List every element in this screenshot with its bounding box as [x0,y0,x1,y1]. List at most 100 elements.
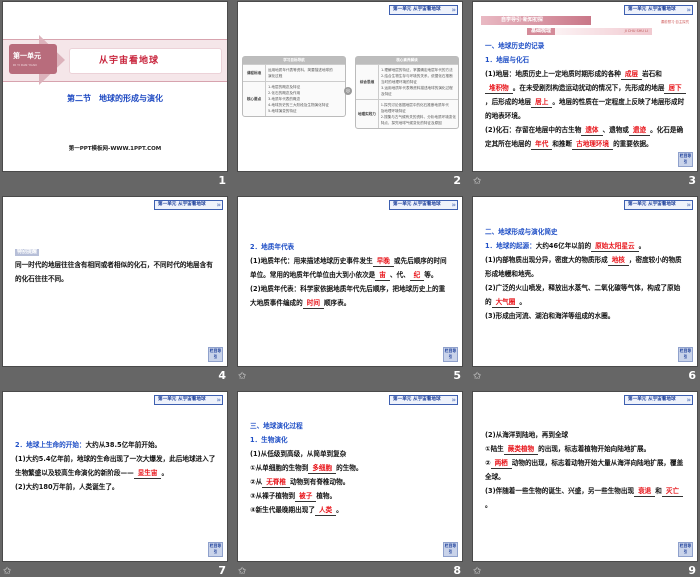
text-line: (1)地层：地质历史上一定地质时期形成的各种 成层 岩石和堆积物 。在未受剧烈构造运动… [485,67,686,123]
body-text: 植物。 [316,492,337,500]
slide-number: 7 [218,564,226,577]
text-line: 2．地球上生命的开始：大约从38.5亿年前开始。 [15,438,216,452]
row-item: 5.地球演变的特征 [268,109,297,113]
slide-thumbnail-4[interactable]: 第一单元 从宇宙看地球 特别提醒 同一时代的地层往往含有相同或者相似的化石，不同… [3,197,227,366]
slide-content: 2．地质年代表 (1)地质年代：用来描述地球历史事件发生 早晚 或先后顺序的时间单位。… [250,240,451,310]
nav-guide-button[interactable]: 栏目导引 [443,347,458,362]
text-line: (2)地质年代表：科学家依据地质年代先后顺序，把地球历史上的重大地质事件编成的时… [250,282,451,310]
fill-blank-answer: 两栖 [490,459,512,469]
slide-title: 从宇宙看地球 [99,56,160,66]
body-text: (1)地层：地质历史上一定地质时期形成的各种 [485,70,621,78]
text-line: ①陆生 蕨类植物 的出现，标志着植物开始向陆地扩展。 [485,442,686,456]
text-line: (3)形成由河流、湖泊和海洋等组成的水圈。 [485,309,686,323]
fill-blank-answer: 地核 [607,256,629,266]
body-text: (3)伴随着一些生物的诞生、兴盛，另一些生物出现 [485,487,635,495]
fill-blank-answer: 遗体 [581,126,603,136]
body-text: ，后形成的地层 [485,98,532,106]
body-text: 。在未受剧烈构造运动扰动的情况下，先形成的地层 [512,84,665,92]
text-line: ①从单细胞的生物到 多细胞 的生物。 [250,461,451,475]
nav-guide-button[interactable]: 栏目导引 [678,152,693,167]
fill-blank-answer: 灭亡 [661,487,684,497]
fill-blank-answer: 年代 [531,140,553,150]
slide-thumbnail-5[interactable]: 第一单元 从宇宙看地球 2．地质年代表 (1)地质年代：用来描述地球历史事件发生早… [238,197,462,366]
body-text: 动物的出现，标志着动物开始大量从海洋向陆地扩展，覆盖全球。 [485,459,684,481]
slide-thumbnail-8[interactable]: 第一单元 从宇宙看地球 三、地球演化过程 1．生物演化 (1)从低级到高级，从简单到… [238,392,462,561]
row-key: 课程标准 [243,65,266,81]
slide-number: 3 [688,174,696,187]
row-key: 地理实践力 [356,100,379,128]
slide-thumbnail-2[interactable]: 第一单元 从宇宙看地球 学习目标导航 课程标准 运用地质年代表等资料，简要描述地… [238,2,462,171]
slide-thumbnail-6[interactable]: 第一单元 从宇宙看地球 二、地球形成与演化简史 1．地球的起源：大约46亿年以前的… [473,197,697,366]
body-text: 等。 [424,271,438,279]
section-banner: 自学导引·新知初探 [481,16,591,25]
text-line: 同一时代的地层往往含有相同或者相似的化石，不同时代的地层含有的化石往往不同。 [15,258,216,286]
slide-content: 特别提醒 同一时代的地层往往含有相同或者相似的化石，不同时代的地层含有的化石往往… [15,244,216,286]
fill-blank-answer: 宙 [375,271,390,281]
unit-badge: 第一单元 从宇宙看地球 [624,200,693,210]
nav-guide-button[interactable]: 栏目导引 [208,542,223,557]
row-item: 3.运用地质年代表等资料描述地球的演化过程 [381,86,453,90]
sub-banner-label: 基础梳理 [527,28,556,35]
fill-blank-answer: 遗迹 [628,126,651,136]
unit-tag-label: 第一单元 [13,52,41,60]
slide-thumbnail-7[interactable]: 第一单元 从宇宙看地球 2．地球上生命的开始：大约从38.5亿年前开始。 (1)大… [3,392,227,561]
fill-blank-answer: 无脊椎 [262,478,290,488]
fill-blank-answer: 早晚 [372,257,394,267]
slide-content: 2．地球上生命的开始：大约从38.5亿年前开始。 (1)大约5.4亿年前，地球的生… [15,438,216,494]
text-line: ④新生代最晚期出现了 人类。 [250,503,451,517]
slide-thumbnail-3[interactable]: 第一单元 从宇宙看地球 自学导引·新知初探 课前预习·自主探究 基础梳理 JI … [473,2,697,171]
nav-guide-button[interactable]: 栏目导引 [678,542,693,557]
table-row: 课程标准 运用地质年代表等资料，简要描述地球的 演化过程 [243,64,345,81]
text-line: 1．生物演化 [250,433,451,447]
slide-content: 一、地球历史的记录 1．地层与化石 (1)地层：地质历史上一定地质时期形成的各种 成层… [485,39,686,151]
text-line: (1)地质年代：用来描述地球历史事件发生 早晚 或先后顺序的时间单位。常用的地质年代… [250,254,451,282]
row-item: 及特征 [381,92,392,96]
body-text: 。 [485,501,492,509]
body-text: (2)从海洋到陆地，再到全球 [485,431,569,439]
heading-text: 二、地球形成与演化简史 [485,228,558,236]
heading-text: 1．地球的起源： [485,242,536,250]
transition-star-icon[interactable]: ✩ [3,566,11,577]
text-line: (1)内部物质出现分异，密度大的物质形成 地核 ，密度较小的物质形成地幔和地壳。 [485,253,686,281]
text-line: ③从裸子植物到 被子 植物。 [250,489,451,503]
slide-thumbnail-9[interactable]: 第一单元 从宇宙看地球 (2)从海洋到陆地，再到全球 ①陆生蕨类植物的出现，标志着… [473,392,697,561]
text-line: 一、地球历史的记录 [485,39,686,53]
unit-badge: 第一单元 从宇宙看地球 [154,200,223,210]
nav-guide-button[interactable]: 栏目导引 [443,542,458,557]
body-text: 、代、 [389,271,410,279]
fill-blank-answer: 时间 [302,299,324,309]
unit-badge: 第一单元 从宇宙看地球 [389,200,458,210]
fill-blank-answer: 显生宙 [133,469,162,479]
table-caption: 学习目标导航 [243,57,345,64]
transition-star-icon[interactable]: ✩ [238,371,246,382]
transition-star-icon[interactable]: ✩ [473,566,481,577]
fill-blank-answer: 大气圈 [491,298,520,308]
body-text: 的生物。 [336,464,363,472]
body-text: (1)内部物质出现分异，密度大的物质形成 [485,256,608,264]
fill-blank-answer: 古地理环境 [572,140,614,150]
body-text: 岩石和 [642,70,662,78]
reminder-tag: 特别提醒 [15,249,40,256]
slide-number: 9 [688,564,696,577]
transition-star-icon[interactable]: ✩ [473,371,481,382]
transition-star-icon[interactable]: ✩ [473,176,481,187]
body-text: 和推断 [552,140,573,148]
body-text: (1)地质年代：用来描述地球历史事件发生 [250,257,373,265]
nav-guide-button[interactable]: 栏目导引 [208,347,223,362]
text-line: 2．地质年代表 [250,240,451,254]
core-literacy-table: 核心素养解读 综合思维 1.理解地层的特征，掌握确定地层年代的方法 2.结合生物生… [355,56,459,129]
slide-thumbnail-1[interactable]: 第一单元 DI YI DAN YUAN 从宇宙看地球 第二节 地球的形成与演化 … [3,2,227,171]
body-text: 大约从38.5亿年前开始。 [85,441,162,449]
text-line: 1．地层与化石 [485,53,686,67]
fill-blank-answer: 原始太阳星云 [591,242,639,252]
text-line: (1)大约5.4亿年前，地球的生命出现了一次大爆发，此后地球进入了生物繁盛以及较… [15,452,216,480]
table-caption: 核心素养解读 [356,57,458,64]
body-text: 的出现，标志着植物开始向陆地扩展。 [538,445,651,453]
slide-number: 6 [688,369,696,382]
nav-guide-button[interactable]: 栏目导引 [678,347,693,362]
fill-blank-answer: 衰退 [634,487,656,497]
transition-star-icon[interactable]: ✩ [238,566,246,577]
body-text: 。 [336,506,343,514]
text-line: (2)大约180万年前，人类诞生了。 [15,480,216,494]
slide-number: 5 [453,369,461,382]
